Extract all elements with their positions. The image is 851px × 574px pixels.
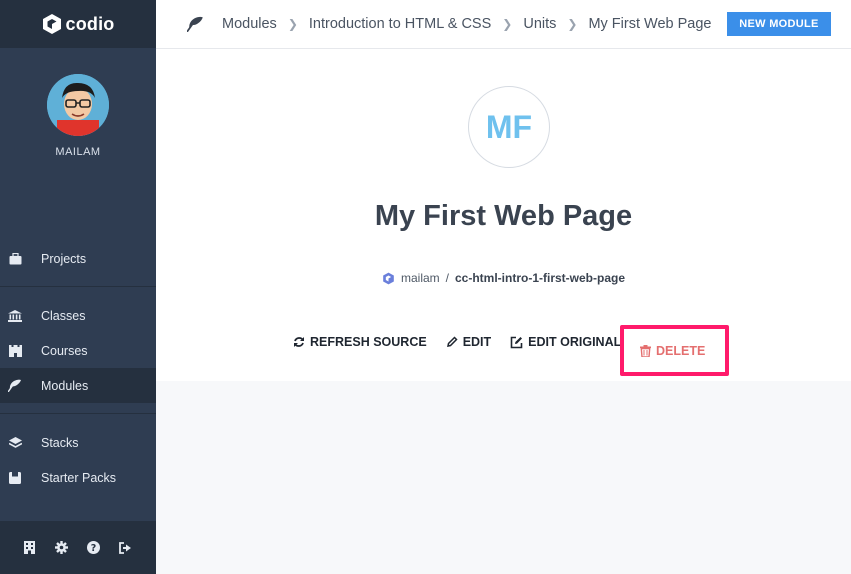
sidebar-item-modules[interactable]: Modules xyxy=(0,368,156,403)
codio-logo-icon xyxy=(383,272,394,284)
breadcrumb-current: My First Web Page xyxy=(588,16,712,32)
sidebar-item-label: Modules xyxy=(41,378,89,393)
new-module-button[interactable]: NEW MODULE xyxy=(727,12,831,36)
help-icon[interactable]: ? xyxy=(86,541,100,555)
sidebar-item-courses[interactable]: Courses xyxy=(0,333,156,368)
codio-logo-icon xyxy=(42,14,61,34)
sidebar: codio MAILAM Projects Classes Courses Mo… xyxy=(0,0,156,574)
sidebar-item-label: Classes xyxy=(41,308,86,323)
logout-icon[interactable] xyxy=(118,541,132,555)
action-bar: REFRESH SOURCE EDIT EDIT ORIGINAL xyxy=(293,335,640,349)
breadcrumb-course[interactable]: Introduction to HTML & CSS xyxy=(309,16,491,32)
content-background xyxy=(156,381,851,574)
sidebar-item-stacks[interactable]: Stacks xyxy=(0,425,156,460)
header: Modules ❯ Introduction to HTML & CSS ❯ U… xyxy=(156,0,851,49)
building-icon[interactable] xyxy=(22,541,36,555)
sidebar-item-starter-packs[interactable]: Starter Packs xyxy=(0,460,156,495)
avatar[interactable] xyxy=(47,74,109,136)
repo-owner[interactable]: mailam xyxy=(401,271,440,285)
modules-icon xyxy=(186,15,204,33)
sidebar-item-label: Starter Packs xyxy=(41,470,117,485)
refresh-source-label: REFRESH SOURCE xyxy=(310,335,427,349)
sidebar-item-label: Stacks xyxy=(41,435,79,450)
svg-text:?: ? xyxy=(90,543,96,554)
breadcrumb: Modules ❯ Introduction to HTML & CSS ❯ U… xyxy=(222,16,711,32)
username: MAILAM xyxy=(55,146,101,158)
refresh-icon xyxy=(294,337,304,347)
box-icon xyxy=(8,471,22,485)
user-profile: MAILAM xyxy=(0,48,156,158)
layers-icon xyxy=(8,436,22,450)
breadcrumb-modules[interactable]: Modules xyxy=(222,16,277,32)
sidebar-item-classes[interactable]: Classes xyxy=(0,298,156,333)
chevron-right-icon: ❯ xyxy=(502,17,513,31)
repo-info: mailam / cc-html-intro-1-first-web-page xyxy=(156,271,851,285)
sidebar-item-label: Courses xyxy=(41,343,88,358)
castle-icon xyxy=(8,344,22,358)
repo-separator: / xyxy=(445,271,449,285)
trash-icon xyxy=(640,345,651,357)
divider xyxy=(0,413,156,414)
sidebar-item-projects[interactable]: Projects xyxy=(0,241,156,276)
edit-label: EDIT xyxy=(462,335,492,349)
edit-square-icon xyxy=(510,336,523,348)
repo-slug[interactable]: cc-html-intro-1-first-web-page xyxy=(455,271,625,285)
delete-button[interactable]: DELETE xyxy=(640,344,705,358)
edit-original-button[interactable]: EDIT ORIGINAL xyxy=(510,335,621,349)
logo-text: codio xyxy=(65,13,115,34)
delete-label: DELETE xyxy=(656,344,706,358)
edit-button[interactable]: EDIT xyxy=(446,335,491,349)
briefcase-icon xyxy=(8,252,22,266)
module-detail: MF My First Web Page mailam / cc-html-in… xyxy=(156,49,851,381)
institution-icon xyxy=(8,309,22,323)
edit-original-label: EDIT ORIGINAL xyxy=(528,335,622,349)
sidebar-item-label: Projects xyxy=(41,251,87,266)
logo[interactable]: codio xyxy=(0,0,156,48)
avatar-image xyxy=(47,74,109,136)
chevron-right-icon: ❯ xyxy=(567,17,578,31)
module-initials-avatar: MF xyxy=(468,86,550,168)
modules-icon xyxy=(8,379,22,393)
pencil-icon xyxy=(446,336,458,347)
page-title: My First Web Page xyxy=(374,200,633,232)
divider xyxy=(0,286,156,287)
gear-icon[interactable] xyxy=(54,541,68,555)
breadcrumb-units[interactable]: Units xyxy=(523,16,556,32)
refresh-source-button[interactable]: REFRESH SOURCE xyxy=(293,335,427,349)
chevron-right-icon: ❯ xyxy=(287,17,298,31)
sidebar-footer: ? xyxy=(0,521,156,574)
